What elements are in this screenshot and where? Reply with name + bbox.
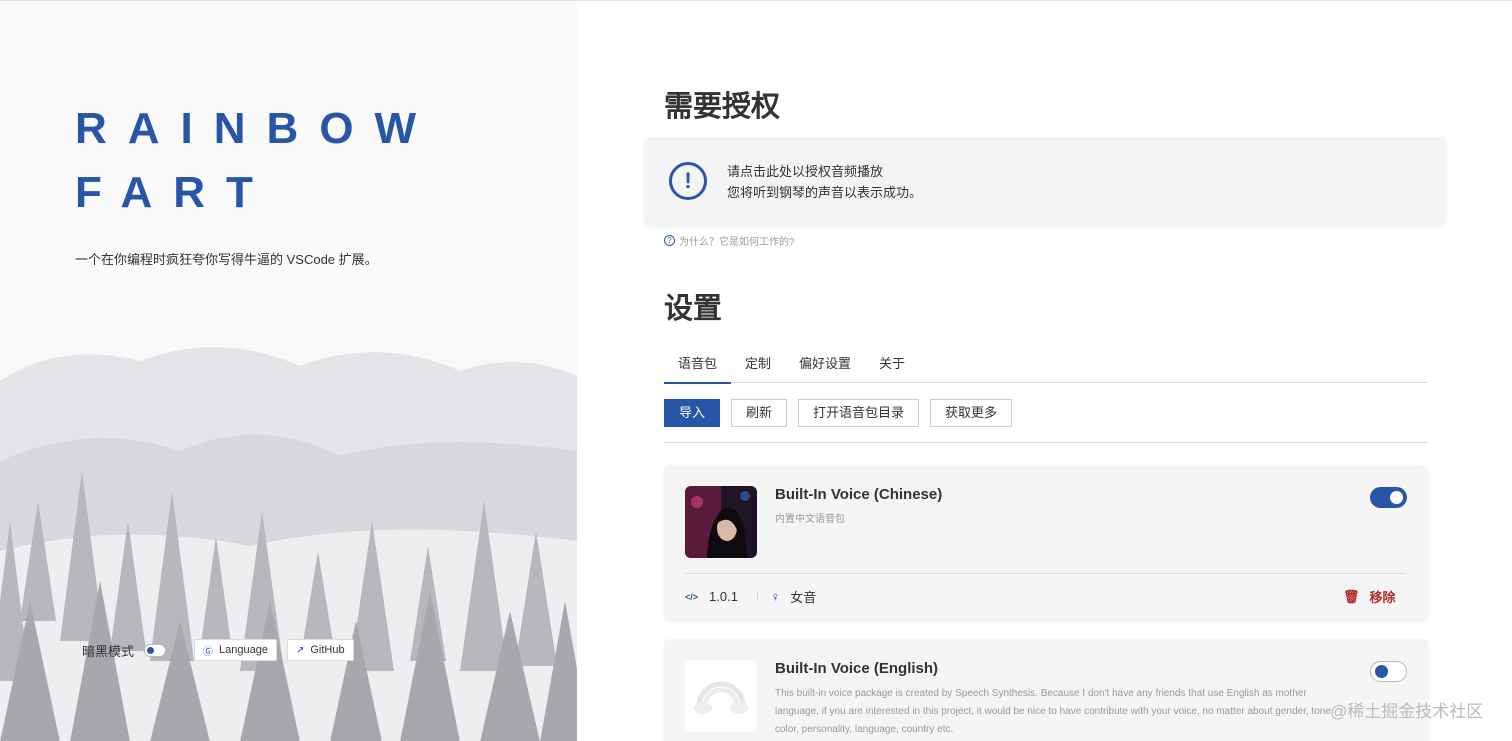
watermark: @稀土掘金技术社区 (1330, 702, 1484, 721)
brand-line-2: FART (75, 168, 274, 217)
voice-description: 内置中文语音包 (775, 514, 845, 525)
voice-pack-card: Built-In Voice (Chinese) 内置中文语音包 </> 1.0… (664, 465, 1428, 621)
refresh-button[interactable]: 刷新 (731, 399, 788, 427)
translate-icon: Ⓖ (203, 646, 214, 658)
tab-voice-packs[interactable]: 语音包 (664, 343, 732, 384)
code-icon: </> (685, 591, 699, 602)
brand-line-1: RAINBOW (75, 104, 438, 153)
female-icon: ♀ (770, 589, 781, 604)
switch-knob (1375, 665, 1388, 678)
language-label: Language (219, 644, 268, 656)
voice-enable-switch[interactable] (1370, 487, 1407, 508)
github-button[interactable]: ↗ GitHub (286, 639, 354, 661)
github-label: GitHub (310, 644, 345, 656)
external-link-icon: ↗ (295, 644, 305, 656)
language-button[interactable]: Ⓖ Language (194, 639, 277, 661)
remove-button[interactable]: 🗑 移除 (1343, 587, 1396, 606)
voice-avatar (685, 486, 757, 558)
why-link-label: 为什么？它是如何工作的? (679, 237, 795, 248)
sidebar-panel: RAINBOW FART 一个在你编程时疯狂夸你写得牛逼的 VSCode 扩展。… (0, 0, 577, 741)
rainbow-logo (685, 660, 757, 732)
dark-mode-label: 暗黑模式 (82, 643, 135, 659)
remove-label: 移除 (1369, 590, 1396, 605)
tagline: 一个在你编程时疯狂夸你写得牛逼的 VSCode 扩展。 (75, 252, 378, 267)
toggle-knob (147, 646, 155, 654)
exclamation-icon: ! (669, 162, 707, 200)
voice-pack-toolbar: 导入 刷新 打开语音包目录 获取更多 (664, 399, 1428, 443)
separator: | (755, 591, 759, 602)
voice-gender: 女音 (790, 590, 817, 605)
voice-name: Built-In Voice (English) (775, 660, 939, 677)
tab-customize[interactable]: 定制 (731, 343, 785, 383)
brand-logo: RAINBOW FART (75, 97, 437, 225)
voice-pack-card: Built-In Voice (English) This built-in v… (664, 639, 1428, 741)
auth-banner[interactable]: ! 请点击此处以授权音频播放 您将听到钢琴的声音以表示成功。 (644, 137, 1446, 226)
auth-title: 需要授权 (664, 91, 781, 123)
trash-icon: 🗑 (1343, 588, 1360, 604)
main-content: 需要授权 ! 请点击此处以授权音频播放 您将听到钢琴的声音以表示成功。 ? 为什… (577, 0, 1512, 741)
switch-knob (1390, 491, 1403, 504)
voice-enable-switch[interactable] (1370, 661, 1407, 682)
open-directory-button[interactable]: 打开语音包目录 (798, 399, 920, 427)
winter-forest-illustration (0, 321, 577, 741)
tab-preferences[interactable]: 偏好设置 (785, 343, 865, 383)
auth-instruction: 请点击此处以授权音频播放 (727, 164, 884, 179)
voice-description: This built-in voice package is created b… (775, 688, 1331, 735)
divider (685, 573, 1406, 574)
voice-name: Built-In Voice (Chinese) (775, 486, 943, 503)
import-button[interactable]: 导入 (664, 399, 721, 427)
get-more-button[interactable]: 获取更多 (930, 399, 1013, 427)
auth-hint: 您将听到钢琴的声音以表示成功。 (727, 185, 923, 200)
voice-version: 1.0.1 (709, 589, 738, 604)
question-icon: ? (664, 235, 675, 246)
settings-tabs: 语音包 定制 偏好设置 关于 (664, 343, 1428, 384)
settings-title: 设置 (664, 293, 723, 325)
voice-meta: </> 1.0.1 | ♀ 女音 (685, 587, 816, 606)
tab-about[interactable]: 关于 (865, 343, 919, 383)
why-link[interactable]: ? 为什么？它是如何工作的? (664, 233, 795, 248)
dark-mode-toggle[interactable] (144, 643, 167, 657)
sidebar-footer: 暗黑模式 Ⓖ Language ↗ GitHub (82, 639, 354, 661)
